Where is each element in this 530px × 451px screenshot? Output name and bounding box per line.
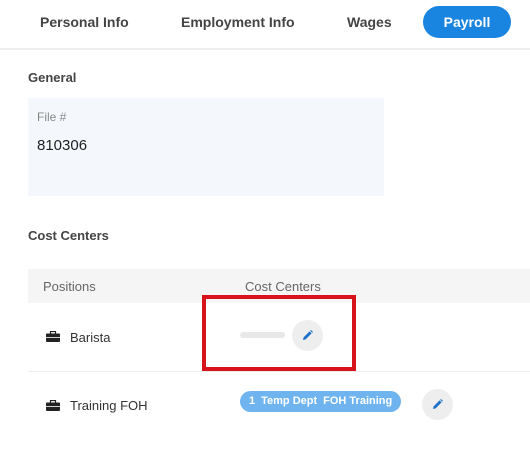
- file-number-label: File #: [37, 110, 67, 124]
- briefcase-icon: [46, 331, 60, 342]
- tab-wages[interactable]: Wages: [347, 6, 392, 38]
- edit-cost-center-button[interactable]: [422, 389, 453, 420]
- column-header-positions: Positions: [43, 279, 96, 294]
- tab-payroll[interactable]: Payroll: [423, 6, 511, 38]
- file-number-field: File # 810306: [28, 98, 384, 196]
- cost-center-dept: Temp Dept: [261, 395, 318, 407]
- cost-center-name: FOH Training: [323, 395, 393, 407]
- cost-center-chip: 1 Temp Dept FOH Training: [240, 391, 402, 412]
- edit-cost-center-button[interactable]: [292, 320, 323, 351]
- table-header: Positions Cost Centers: [28, 269, 530, 303]
- file-number-value: 810306: [37, 137, 88, 154]
- briefcase-icon: [46, 400, 60, 411]
- empty-cost-center-placeholder: [240, 332, 285, 338]
- tab-employment-info[interactable]: Employment Info: [181, 6, 295, 38]
- general-section-title: General: [28, 70, 77, 85]
- cost-center-count: 1: [249, 395, 256, 407]
- tab-personal-info[interactable]: Personal Info: [40, 6, 129, 38]
- pencil-icon: [433, 399, 443, 409]
- position-label: Training FOH: [70, 398, 148, 413]
- table-row: Training FOH 1 Temp Dept FOH Training: [28, 372, 530, 440]
- table-row: Barista: [28, 303, 530, 372]
- position-label: Barista: [70, 330, 111, 345]
- column-header-cost-centers: Cost Centers: [245, 279, 321, 294]
- tab-bar: Personal Info Employment Info Wages Payr…: [0, 0, 530, 50]
- cost-centers-section-title: Cost Centers: [28, 228, 109, 243]
- pencil-icon: [303, 330, 313, 340]
